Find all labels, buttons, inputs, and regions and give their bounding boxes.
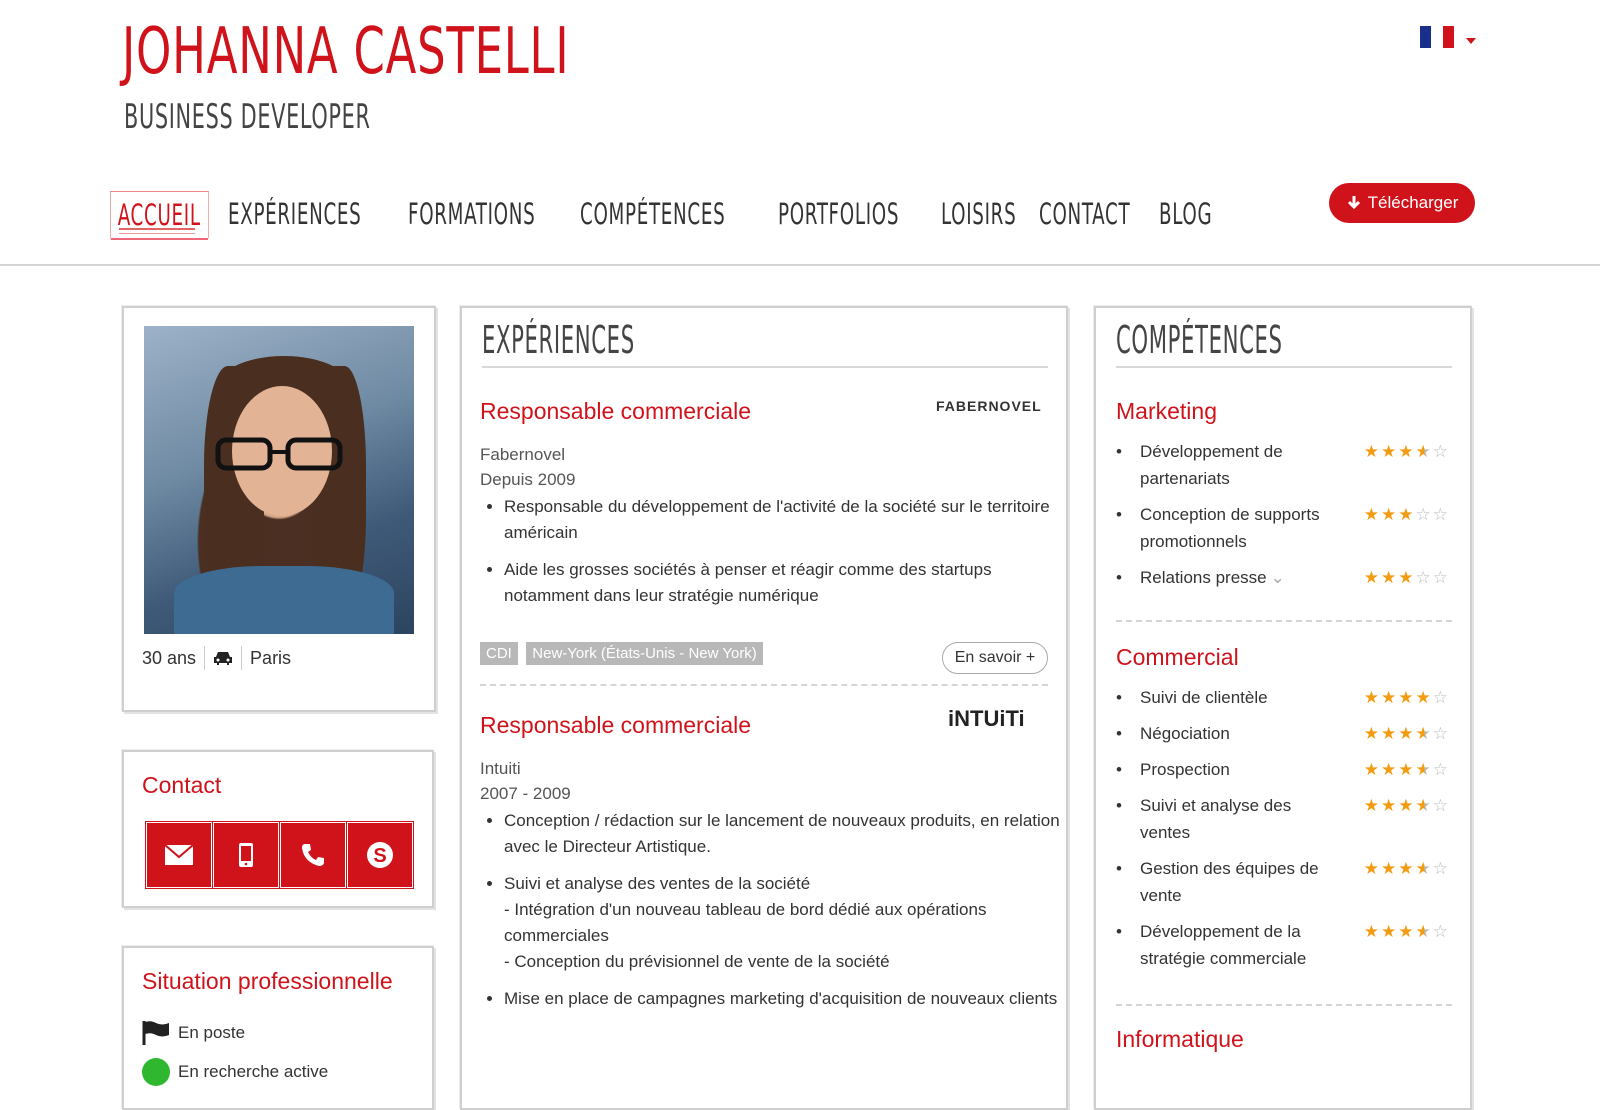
skill-row: • Développement de la stratégie commercia… <box>1116 918 1450 972</box>
list-item: Aide les grosses sociétés à penser et ré… <box>504 557 1064 609</box>
nav-item-experiences[interactable]: EXPÉRIENCES <box>221 191 368 237</box>
contact-card: Contact S <box>122 750 434 908</box>
email-button[interactable] <box>146 822 212 888</box>
nav-item-formations[interactable]: FORMATIONS <box>401 191 542 237</box>
skill-row[interactable]: • Relations presse ⌄ ★★★☆☆ <box>1116 564 1450 591</box>
rating-stars: ★★★☆☆ <box>1363 568 1450 587</box>
company-logo: FABERNOVEL <box>936 398 1042 414</box>
rating-stars: ★★★★☆ <box>1363 796 1450 815</box>
location-tag: New-York (États-Unis - New York) <box>526 642 763 665</box>
rating-stars: ★★★★☆ <box>1363 760 1450 779</box>
skill-row: • Suivi de clientèle ★★★★☆ <box>1116 684 1450 711</box>
list-item: Conception / rédaction sur le lancement … <box>504 808 1064 860</box>
site-owner-title: BUSINESS DEVELOPER <box>124 97 371 137</box>
nav-item-competences[interactable]: COMPÉTENCES <box>573 191 732 237</box>
mobile-button[interactable] <box>213 822 279 888</box>
profile-age: 30 ans <box>142 647 197 668</box>
job-company: Intuiti <box>480 759 521 778</box>
profile-photo <box>144 326 414 634</box>
rating-stars: ★★★★☆ <box>1363 859 1450 878</box>
nav-item-blog[interactable]: BLOG <box>1152 191 1219 237</box>
company-logo: iNTUiTi <box>948 706 1025 731</box>
download-button[interactable]: Télécharger <box>1329 183 1475 223</box>
main-nav: ACCUEIL EXPÉRIENCES FORMATIONS COMPÉTENC… <box>110 186 1218 242</box>
site-owner-name: JOHANNA CASTELLI <box>122 15 570 89</box>
job-tags: CDI New-York (États-Unis - New York) <box>480 642 767 665</box>
more-button[interactable]: En savoir + <box>942 642 1048 674</box>
situation-card: Situation professionnelle En poste En re… <box>122 946 434 1110</box>
skill-row: • Gestion des équipes de vente ★★★★☆ <box>1116 855 1450 909</box>
email-icon <box>164 844 194 865</box>
nav-item-contact[interactable]: CONTACT <box>1032 191 1137 237</box>
rating-stars: ★★★☆☆ <box>1363 505 1450 524</box>
language-flag-icon[interactable] <box>1420 26 1454 48</box>
nav-item-portfolios[interactable]: PORTFOLIOS <box>771 191 906 237</box>
situation-status: En poste <box>178 1023 246 1042</box>
job-period: Depuis 2009 <box>480 470 576 489</box>
skype-button[interactable]: S <box>347 822 413 888</box>
profile-card: 30 ans Paris <box>122 306 436 712</box>
list-item: Responsable du développement de l'activi… <box>504 494 1064 546</box>
situation-title: Situation professionnelle <box>142 968 393 994</box>
skill-row: • Conception de supports promotionnels ★★★… <box>1116 501 1450 555</box>
mobile-icon <box>239 843 253 867</box>
profile-city: Paris <box>250 647 292 668</box>
skill-row: • Prospection ★★★★☆ <box>1116 756 1450 783</box>
skill-row: • Développement de partenariats ★★★★☆ <box>1116 438 1450 492</box>
contact-title: Contact <box>142 772 222 798</box>
contract-tag: CDI <box>480 642 518 665</box>
experiences-card: EXPÉRIENCES Responsable commerciale FABE… <box>460 306 1068 1110</box>
skills-card: COMPÉTENCES Marketing • Développement de … <box>1094 306 1472 1110</box>
job-company: Fabernovel <box>480 445 566 464</box>
chevron-down-icon[interactable]: ⌄ <box>1271 564 1285 591</box>
svg-text:S: S <box>373 845 386 867</box>
experiences-title: EXPÉRIENCES <box>482 318 635 362</box>
skill-list-commercial: • Suivi de clientèle ★★★★☆ • Négociation ★★★… <box>1116 684 1450 981</box>
skills-title: COMPÉTENCES <box>1116 318 1283 362</box>
rating-stars: ★★★★☆ <box>1363 922 1450 941</box>
job-title[interactable]: Responsable commerciale <box>480 712 751 739</box>
job-tasks: Responsable du développement de l'activi… <box>480 494 1064 620</box>
job-title[interactable]: Responsable commerciale <box>480 398 751 425</box>
nav-item-loisirs[interactable]: LOISIRS <box>934 191 1023 237</box>
skill-row: • Suivi et analyse des ventes ★★★★☆ <box>1116 792 1450 846</box>
header-divider <box>0 264 1600 266</box>
car-icon <box>214 652 233 665</box>
flag-icon <box>142 1021 169 1045</box>
phone-button[interactable] <box>280 822 346 888</box>
phone-icon <box>302 844 324 866</box>
rating-stars: ★★★★☆ <box>1363 724 1450 743</box>
list-item: Mise en place de campagnes marketing d'a… <box>504 986 1064 1012</box>
status-green-dot-icon <box>142 1058 170 1086</box>
skill-row: • Négociation ★★★★☆ <box>1116 720 1450 747</box>
situation-search: En recherche active <box>178 1062 329 1081</box>
job-period: 2007 - 2009 <box>480 784 571 803</box>
download-arrow-icon <box>1347 196 1360 210</box>
download-label: Télécharger <box>1367 193 1459 212</box>
job-tasks: Conception / rédaction sur le lancement … <box>480 808 1064 1023</box>
nav-active-underline <box>119 228 195 234</box>
skill-group-title: Marketing <box>1116 398 1217 424</box>
skill-list-marketing: • Développement de partenariats ★★★★☆ • Con… <box>1116 438 1450 600</box>
chevron-down-icon[interactable] <box>1466 38 1476 44</box>
skill-group-title: Informatique <box>1116 1026 1244 1052</box>
rating-stars: ★★★★☆ <box>1363 442 1450 461</box>
skill-group-title: Commercial <box>1116 644 1239 670</box>
rating-stars: ★★★★☆ <box>1363 688 1450 707</box>
profile-info: 30 ans Paris <box>142 646 291 670</box>
list-item: Suivi et analyse des ventes de la sociét… <box>504 871 1064 975</box>
skype-icon: S <box>367 842 393 868</box>
